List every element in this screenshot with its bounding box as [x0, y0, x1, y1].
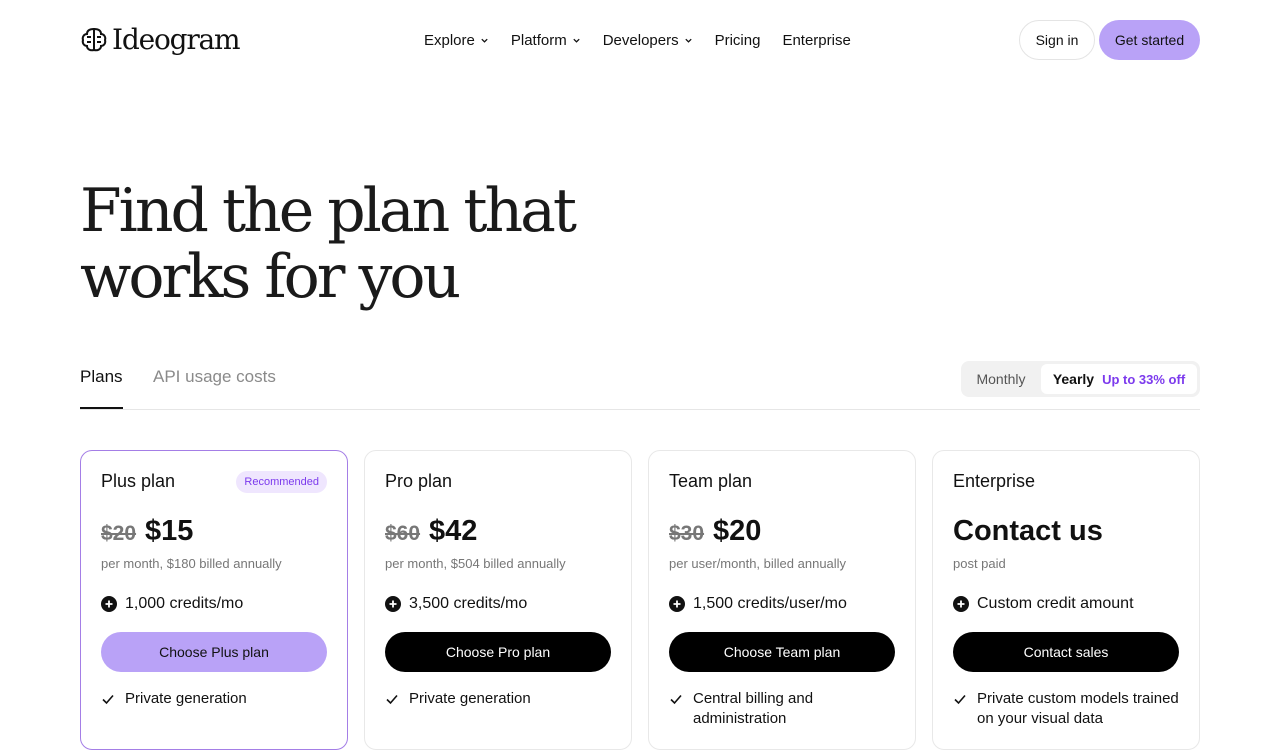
billing-monthly-option[interactable]: Monthly: [961, 361, 1041, 397]
sign-in-button[interactable]: Sign in: [1019, 20, 1095, 60]
feature-item: Private generation: [385, 689, 615, 709]
price-row: $20 $15: [101, 515, 193, 548]
nav-item-label: Explore: [424, 31, 475, 49]
nav-item-label: Pricing: [714, 31, 761, 49]
plan-title: Team plan: [669, 471, 753, 491]
billing-note: per user/month, billed annually: [669, 556, 847, 571]
billing-yearly-label: Yearly: [1052, 371, 1095, 387]
plan-card-enterprise: Enterprise Contact us post paid Custom c…: [932, 450, 1200, 750]
plus-circle-icon: [669, 596, 685, 612]
check-icon: [954, 694, 966, 705]
contact-sales-button[interactable]: Contact sales: [953, 632, 1179, 672]
billing-note: per month, $180 billed annually: [101, 556, 282, 571]
plan-title: Pro plan: [385, 471, 453, 491]
feature-item: Private custom models trained on your vi…: [953, 689, 1183, 729]
nav-item-platform[interactable]: Platform: [511, 32, 581, 49]
plus-circle-icon: [385, 596, 401, 612]
credits-label: 3,500 credits/mo: [409, 595, 528, 612]
credits-info: Custom credit amount: [953, 595, 1134, 613]
plan-card-team: Team plan $30 $20 per user/month, billed…: [648, 450, 916, 750]
recommended-badge: Recommended: [236, 471, 327, 493]
site-header: Ideogram Explore Platform Developers Pri…: [0, 0, 1280, 80]
brain-logo-icon: [81, 27, 107, 52]
credits-label: 1,000 credits/mo: [125, 595, 244, 612]
billing-note: per month, $504 billed annually: [385, 556, 566, 571]
original-price: $60: [385, 522, 421, 545]
check-icon: [670, 694, 682, 705]
get-started-button[interactable]: Get started: [1099, 20, 1200, 60]
choose-plus-plan-button[interactable]: Choose Plus plan: [101, 632, 327, 672]
feature-item: Central billing and administration: [669, 689, 899, 729]
billing-period-toggle: Monthly Yearly Up to 33% off: [961, 361, 1200, 397]
brand-logo[interactable]: Ideogram: [80, 22, 241, 58]
main-nav: Explore Platform Developers Pricing Ente…: [424, 28, 873, 52]
check-icon: [102, 694, 114, 705]
plan-title: Plus plan: [101, 471, 176, 491]
plus-circle-icon: [101, 596, 117, 612]
billing-yearly-option[interactable]: Yearly Up to 33% off: [1041, 364, 1197, 394]
nav-item-explore[interactable]: Explore: [424, 32, 489, 49]
billing-note: post paid: [953, 556, 1006, 571]
nav-item-developers[interactable]: Developers: [603, 32, 693, 49]
plan-card-pro: Pro plan $60 $42 per month, $504 billed …: [364, 450, 632, 750]
feature-item: Private generation: [101, 689, 331, 709]
feature-label: Private custom models trained on your vi…: [977, 690, 1179, 727]
nav-item-label: Developers: [602, 31, 679, 49]
plan-title: Enterprise: [953, 471, 1036, 491]
check-icon: [386, 694, 398, 705]
original-price: $30: [669, 522, 705, 545]
current-price: Contact us: [953, 515, 1103, 547]
nav-item-enterprise[interactable]: Enterprise: [782, 32, 850, 49]
current-price: $15: [145, 515, 194, 547]
page-title-line-2: works for you: [80, 242, 461, 312]
chevron-down-icon: [573, 38, 580, 43]
feature-label: Private generation: [409, 690, 531, 707]
plus-circle-icon: [953, 596, 969, 612]
chevron-down-icon: [684, 38, 692, 43]
current-price: $20: [713, 515, 762, 547]
discount-label: Up to 33% off: [1102, 371, 1186, 387]
feature-label: Private generation: [125, 690, 247, 707]
credits-info: 1,500 credits/user/mo: [669, 595, 847, 613]
price-row: $30 $20: [669, 515, 761, 548]
choose-pro-plan-button[interactable]: Choose Pro plan: [385, 632, 611, 672]
nav-item-pricing[interactable]: Pricing: [715, 32, 761, 49]
page-title: Find the plan that works for you: [80, 178, 700, 310]
price-row: $60 $42: [385, 515, 477, 548]
feature-label: Central billing and administration: [693, 690, 814, 727]
page-title-line-1: Find the plan that: [80, 176, 577, 246]
credits-info: 3,500 credits/mo: [385, 595, 527, 613]
credits-info: 1,000 credits/mo: [101, 595, 243, 613]
price-row: Contact us: [953, 515, 1103, 548]
tab-api-usage-costs[interactable]: API usage costs: [153, 367, 276, 409]
current-price: $42: [429, 515, 478, 547]
credits-label: 1,500 credits/user/mo: [693, 595, 847, 612]
original-price: $20: [101, 522, 137, 545]
nav-item-label: Platform: [510, 31, 567, 49]
credits-label: Custom credit amount: [977, 595, 1134, 612]
brand-name: Ideogram: [112, 23, 241, 56]
choose-team-plan-button[interactable]: Choose Team plan: [669, 632, 895, 672]
plan-card-plus: Plus plan Recommended $20 $15 per month,…: [80, 450, 348, 750]
nav-item-label: Enterprise: [782, 31, 851, 49]
chevron-down-icon: [481, 38, 488, 43]
tab-plans[interactable]: Plans: [80, 367, 123, 409]
